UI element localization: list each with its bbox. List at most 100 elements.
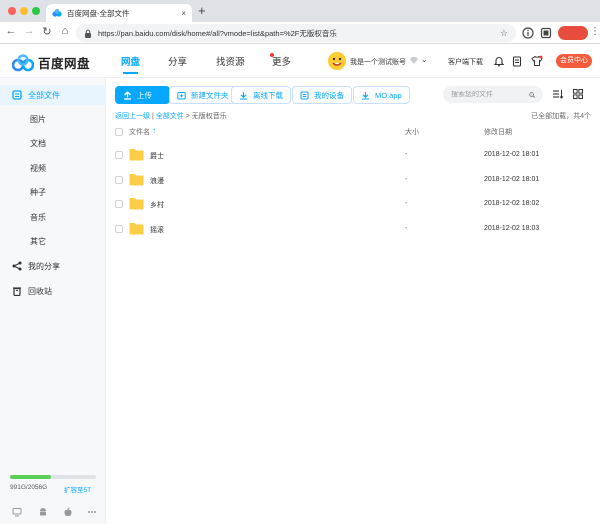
maximize-window-button[interactable] [32, 7, 40, 15]
device-icon [300, 91, 309, 99]
sidebar-item-label: 回收站 [28, 286, 52, 296]
breadcrumb: 返回上一级 | 全部文件 > 无版权音乐 [115, 111, 227, 121]
row-checkbox[interactable] [115, 176, 123, 184]
file-name[interactable]: 爵士 [150, 151, 164, 161]
back-button[interactable]: ← [4, 25, 18, 37]
grid-view-icon[interactable] [572, 88, 584, 100]
sidebar-item-my-shares[interactable]: 我的分享 [0, 256, 106, 276]
table-row[interactable]: 摇滚 - 2018-12-02 18:03 [106, 216, 600, 242]
close-window-button[interactable] [8, 7, 16, 15]
storage-quota-text: 991G/2056G [10, 484, 48, 491]
search-input[interactable] [451, 91, 529, 98]
avatar[interactable] [328, 52, 346, 70]
sidebar-item-label: 种子 [30, 187, 46, 197]
new-folder-button[interactable]: 新建文件夹 [169, 86, 237, 104]
column-header-size[interactable]: 大小 [405, 127, 419, 137]
loaded-count-text: 已全部加载，共4个 [531, 113, 591, 120]
sidebar-item-label: 文档 [30, 138, 46, 148]
upload-button[interactable]: 上传 [115, 86, 170, 104]
extension-icon[interactable] [540, 27, 552, 39]
baidu-pan-favicon-icon [52, 9, 62, 17]
sort-list-icon[interactable] [552, 88, 564, 100]
sidebar-item-images[interactable]: 图片 [0, 109, 106, 129]
nav-netdisk[interactable]: 网盘 [121, 54, 140, 74]
nav-share[interactable]: 分享 [168, 54, 187, 68]
breadcrumb-all-files-link[interactable]: 全部文件 [156, 113, 184, 120]
file-date: 2018-12-02 18:01 [484, 176, 540, 183]
breadcrumb-separator: | [151, 113, 154, 120]
table-row[interactable]: 爵士 - 2018-12-02 18:01 [106, 142, 600, 168]
sidebar-item-recycle-bin[interactable]: 回收站 [0, 281, 106, 301]
mo-app-label: MO.app [375, 90, 402, 100]
file-date: 2018-12-02 18:02 [484, 200, 540, 207]
file-size: - [405, 176, 408, 183]
android-icon[interactable] [38, 507, 48, 517]
bookmark-star-icon[interactable]: ☆ [500, 28, 508, 39]
tab-close-icon[interactable]: × [181, 9, 186, 18]
info-icon[interactable] [522, 27, 534, 39]
url-text: https://pan.baidu.com/disk/home#/all?vmo… [98, 28, 337, 38]
row-checkbox[interactable] [115, 225, 123, 233]
column-header-date[interactable]: 修改日期 [484, 127, 512, 137]
breadcrumb-back-link[interactable]: 返回上一级 [115, 113, 150, 120]
my-devices-button[interactable]: 我的设备 [292, 86, 352, 104]
sidebar-item-documents[interactable]: 文档 [0, 133, 106, 153]
table-row[interactable]: 浪漫 - 2018-12-02 18:01 [106, 167, 600, 193]
table-row[interactable]: 乡村 - 2018-12-02 18:02 [106, 191, 600, 217]
nav-more[interactable]: 更多 [272, 54, 291, 68]
download-icon [240, 91, 247, 99]
chevron-down-icon[interactable]: ⌄ [421, 55, 428, 64]
app-header: 百度网盘 网盘 分享 找资源 更多 我是一个测试账号 ⌄ 客户端下载 会员中心 [0, 45, 600, 78]
row-checkbox[interactable] [115, 151, 123, 159]
bell-icon[interactable] [493, 55, 505, 67]
nav-find-resources[interactable]: 找资源 [216, 54, 245, 68]
browser-menu-icon[interactable]: ⋮ [590, 26, 600, 37]
row-checkbox[interactable] [115, 200, 123, 208]
file-name[interactable]: 摇滚 [150, 225, 164, 235]
storage-quota-bar [10, 475, 96, 479]
shirt-icon[interactable] [531, 55, 543, 67]
offline-download-button[interactable]: 离线下载 [231, 86, 291, 104]
apple-icon[interactable] [63, 507, 73, 517]
sidebar-item-all-files[interactable]: 全部文件 [0, 85, 106, 105]
file-name[interactable]: 乡村 [150, 200, 164, 210]
file-date: 2018-12-02 18:03 [484, 225, 540, 232]
username[interactable]: 我是一个测试账号 [350, 57, 406, 67]
sort-arrow-icon[interactable]: ↑ [152, 126, 156, 135]
search-box [443, 86, 543, 103]
new-tab-button[interactable]: + [198, 3, 206, 18]
sidebar-item-label: 视频 [30, 163, 46, 173]
client-download-link[interactable]: 客户端下载 [448, 57, 483, 67]
sidebar-item-label: 全部文件 [28, 90, 60, 100]
clipboard-icon[interactable] [511, 55, 523, 67]
new-folder-label: 新建文件夹 [191, 90, 229, 100]
baidu-pan-logo-icon [12, 53, 34, 71]
profile-button[interactable] [558, 26, 588, 40]
column-header-name[interactable]: 文件名 [129, 127, 150, 137]
logo[interactable]: 百度网盘 [12, 53, 90, 72]
sidebar-item-label: 我的分享 [28, 261, 60, 271]
forward-button[interactable]: → [22, 25, 36, 37]
sidebar-item-videos[interactable]: 视频 [0, 158, 106, 178]
home-button[interactable]: ⌂ [58, 25, 72, 37]
more-devices-icon[interactable] [87, 507, 97, 517]
vip-center-button[interactable]: 会员中心 [556, 54, 592, 68]
select-all-checkbox[interactable] [115, 128, 123, 136]
storage-quota-fill [10, 475, 52, 479]
search-icon[interactable] [529, 91, 535, 99]
sidebar-item-music[interactable]: 音乐 [0, 207, 106, 227]
sidebar-item-label: 其它 [30, 236, 46, 246]
sidebar-item-other[interactable]: 其它 [0, 231, 106, 251]
desktop-icon[interactable] [12, 507, 22, 517]
folder-icon [129, 149, 144, 161]
sidebar-item-torrents[interactable]: 种子 [0, 182, 106, 202]
browser-tab[interactable]: 百度网盘-全部文件 × [46, 4, 192, 22]
address-bar[interactable]: https://pan.baidu.com/disk/home#/all?vmo… [76, 24, 516, 42]
expand-storage-link[interactable]: 扩容至5T [64, 484, 91, 494]
sidebar-item-label: 图片 [30, 114, 46, 124]
reload-button[interactable]: ↻ [40, 25, 54, 38]
folder-icon [129, 174, 144, 186]
file-name[interactable]: 浪漫 [150, 176, 164, 186]
mo-app-download-button[interactable]: MO.app [353, 86, 410, 104]
minimize-window-button[interactable] [20, 7, 28, 15]
